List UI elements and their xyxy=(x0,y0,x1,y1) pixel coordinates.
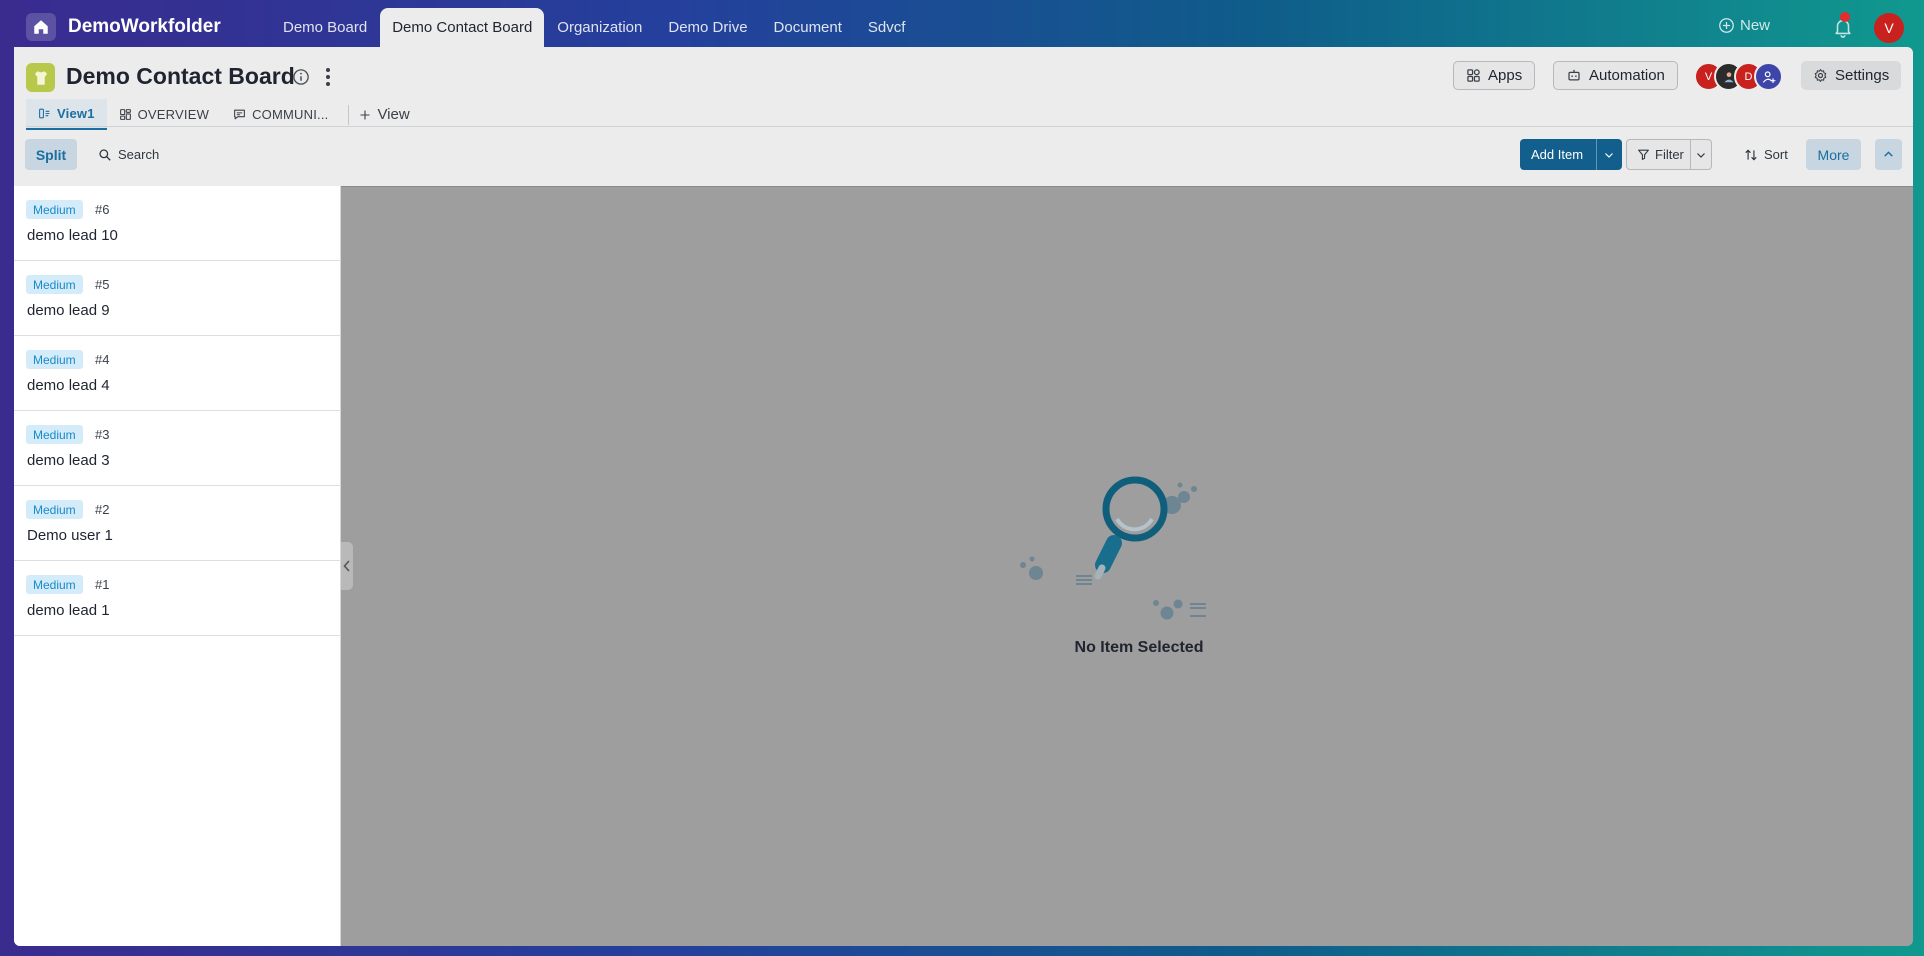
info-icon[interactable] xyxy=(292,68,310,86)
list-item[interactable]: Medium #2 Demo user 1 xyxy=(14,486,341,561)
search-button[interactable]: Search xyxy=(94,139,163,170)
tab-demo-contact-board[interactable]: Demo Contact Board xyxy=(380,8,545,47)
list-item[interactable]: Medium #5 demo lead 9 xyxy=(14,261,341,336)
tab-sdvcf[interactable]: Sdvcf xyxy=(855,8,919,47)
home-button[interactable] xyxy=(26,13,56,41)
tabs-underline xyxy=(26,126,1913,127)
item-name: demo lead 10 xyxy=(27,227,118,244)
filter-button[interactable]: Filter xyxy=(1626,139,1712,170)
new-button-label: New xyxy=(1740,17,1771,34)
list-item[interactable]: Medium #3 demo lead 3 xyxy=(14,411,341,486)
notifications-button[interactable] xyxy=(1832,12,1854,39)
apps-label: Apps xyxy=(1488,67,1523,84)
sort-icon xyxy=(1745,149,1757,160)
item-name: demo lead 3 xyxy=(27,452,110,469)
apps-button[interactable]: Apps xyxy=(1453,61,1536,90)
priority-badge: Medium xyxy=(26,350,83,369)
item-number: #4 xyxy=(95,352,110,367)
add-view-label: View xyxy=(377,106,410,123)
item-number: #3 xyxy=(95,427,110,442)
dashboard-icon xyxy=(119,109,131,120)
priority-badge: Medium xyxy=(26,275,83,294)
automation-button[interactable]: Automation xyxy=(1553,61,1678,90)
add-item-button[interactable]: Add Item xyxy=(1520,139,1622,170)
filter-label: Filter xyxy=(1655,147,1684,162)
item-name: demo lead 9 xyxy=(27,302,110,319)
shirt-icon xyxy=(34,70,47,85)
more-button[interactable]: More xyxy=(1806,139,1861,170)
add-item-label: Add Item xyxy=(1531,147,1584,162)
board-members: V D xyxy=(1694,62,1794,92)
search-icon xyxy=(99,148,111,161)
empty-state-message: No Item Selected xyxy=(1074,639,1204,656)
tab-overview-label: OVERVIEW xyxy=(137,107,210,122)
board-icon xyxy=(26,63,55,92)
more-vertical-icon[interactable] xyxy=(324,66,332,88)
tab-organization[interactable]: Organization xyxy=(544,8,655,47)
tab-demo-board[interactable]: Demo Board xyxy=(270,8,380,47)
collapse-list-handle[interactable] xyxy=(341,542,353,590)
item-list: Medium #6 demo lead 10 Medium #5 demo le… xyxy=(14,186,341,946)
sort-label: Sort xyxy=(1764,147,1788,162)
apps-grid-icon xyxy=(1467,69,1480,82)
add-user-icon xyxy=(1762,70,1775,83)
filter-label-wrap: Filter xyxy=(1627,147,1684,162)
collapse-header-button[interactable] xyxy=(1875,139,1902,170)
item-number: #1 xyxy=(95,577,110,592)
notification-dot xyxy=(1840,12,1850,22)
item-name: demo lead 4 xyxy=(27,377,110,394)
filter-dropdown[interactable] xyxy=(1689,140,1711,169)
workspace-tabs: Demo Board Demo Contact Board Organizati… xyxy=(270,8,918,47)
chevron-left-icon xyxy=(343,560,350,572)
board-title: Demo Contact Board xyxy=(66,63,295,89)
board-container: Demo Contact Board Apps Automation V D S… xyxy=(14,47,1913,946)
chevron-down-icon xyxy=(1605,152,1614,158)
split-button[interactable]: Split xyxy=(25,139,77,170)
priority-badge: Medium xyxy=(26,500,83,519)
priority-badge: Medium xyxy=(26,425,83,444)
item-name: Demo user 1 xyxy=(27,527,113,544)
invite-member-button[interactable] xyxy=(1754,62,1783,91)
split-view-icon xyxy=(39,108,50,119)
list-item[interactable]: Medium #1 demo lead 1 xyxy=(14,561,341,636)
user-avatar[interactable]: V xyxy=(1874,13,1904,43)
chevron-down-icon xyxy=(1697,152,1705,158)
brand-name[interactable]: DemoWorkfolder xyxy=(68,16,221,38)
item-number: #6 xyxy=(95,202,110,217)
add-item-dropdown[interactable] xyxy=(1595,139,1622,170)
tab-view1-label: View1 xyxy=(57,106,95,121)
settings-label: Settings xyxy=(1835,67,1890,84)
item-number: #5 xyxy=(95,277,110,292)
robot-icon xyxy=(1568,69,1580,81)
filter-icon xyxy=(1638,149,1649,160)
search-label: Search xyxy=(118,147,160,162)
priority-badge: Medium xyxy=(26,200,83,219)
chat-icon xyxy=(234,109,245,120)
new-button[interactable]: New xyxy=(1718,17,1770,34)
sort-button[interactable]: Sort xyxy=(1740,139,1792,170)
settings-button[interactable]: Settings xyxy=(1801,61,1902,90)
priority-badge: Medium xyxy=(26,575,83,594)
tab-document[interactable]: Document xyxy=(761,8,855,47)
home-icon xyxy=(34,20,48,34)
list-item[interactable]: Medium #6 demo lead 10 xyxy=(14,186,341,261)
plus-icon xyxy=(360,110,370,119)
item-name: demo lead 1 xyxy=(27,602,110,619)
plus-circle-icon xyxy=(1719,18,1734,33)
list-item[interactable]: Medium #4 demo lead 4 xyxy=(14,336,341,411)
magnifier-illustration-icon xyxy=(1020,476,1206,620)
tab-communication-label: COMMUNI... xyxy=(252,107,329,122)
tab-demo-drive[interactable]: Demo Drive xyxy=(655,8,760,47)
item-number: #2 xyxy=(95,502,110,517)
chevron-up-icon xyxy=(1884,151,1893,157)
automation-label: Automation xyxy=(1589,67,1665,84)
gear-icon xyxy=(1814,69,1827,82)
board-header: Demo Contact Board Apps Automation V D S… xyxy=(14,47,1913,186)
